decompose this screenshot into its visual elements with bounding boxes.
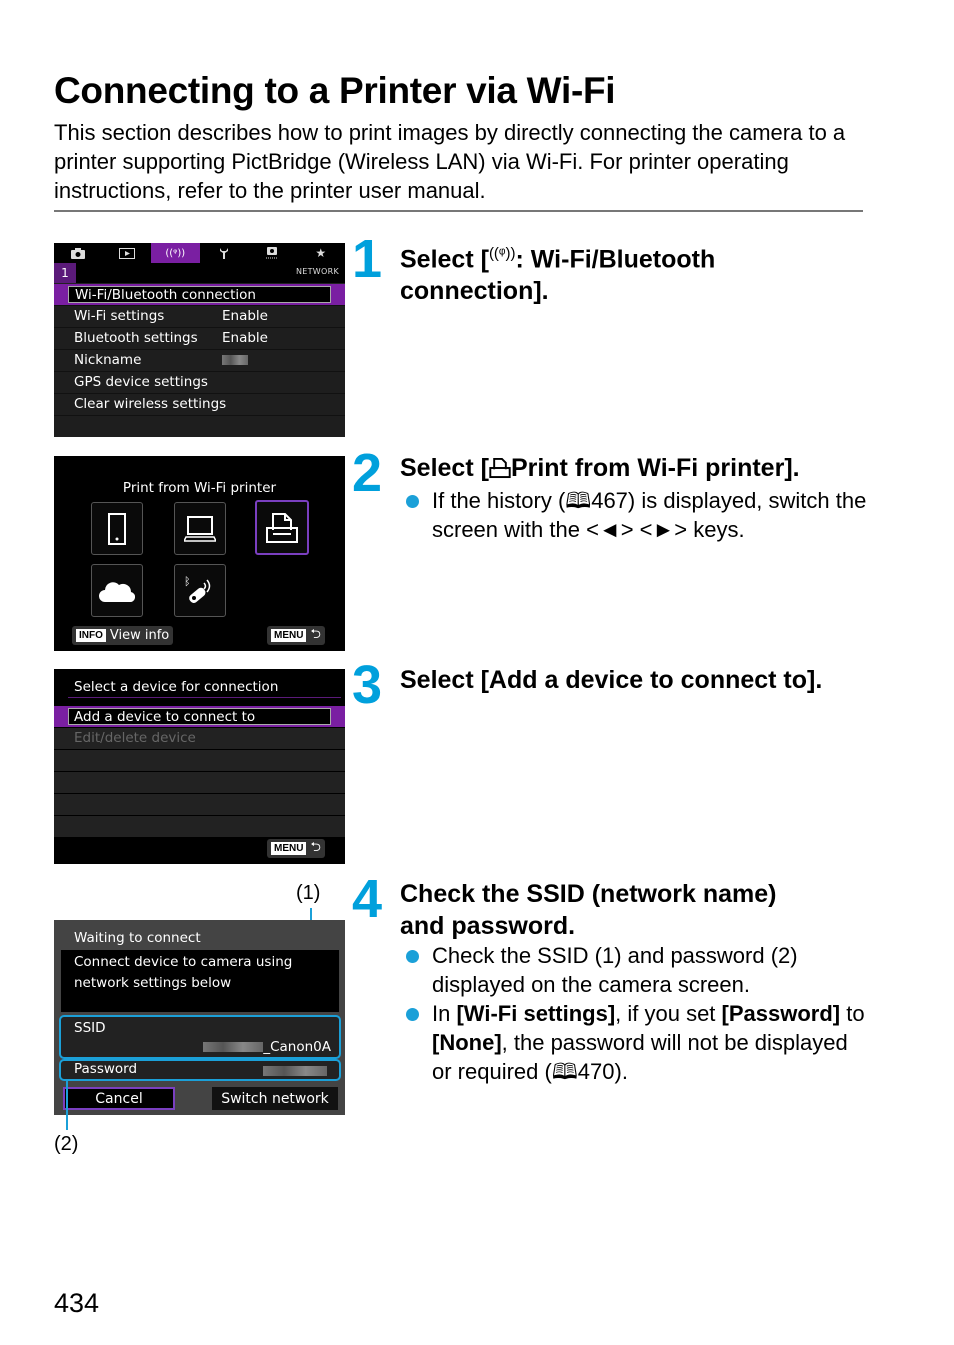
menu-item-nickname[interactable]: Nickname: [54, 350, 345, 372]
wireless-icon[interactable]: ((ᵠ)): [151, 243, 200, 263]
menu-item-clear-wireless-settings[interactable]: Clear wireless settings: [54, 394, 345, 416]
info-key: INFO: [76, 629, 106, 642]
menu-item-label: GPS device settings: [74, 374, 208, 390]
password-highlight: [59, 1059, 341, 1081]
bullet-item: In [Wi-Fi settings], if you set [Passwor…: [400, 999, 870, 1086]
add-device-label: Add a device to connect to: [68, 708, 331, 725]
message-line: network settings below: [74, 975, 232, 991]
callout-2-leader: [66, 1080, 68, 1130]
star-icon[interactable]: ★: [297, 243, 346, 263]
menu-item-label: Clear wireless settings: [74, 396, 227, 412]
page-reference-link[interactable]: 470: [578, 1059, 615, 1084]
playback-icon[interactable]: [103, 243, 152, 263]
callout-1: (1): [296, 882, 321, 904]
step-4-bullets: Check the SSID (1) and password (2) disp…: [400, 941, 870, 1086]
menu-key: MENU: [271, 629, 307, 642]
bullet-item: Check the SSID (1) and password (2) disp…: [400, 941, 870, 999]
step-heading: Select [((ᵠ)): Wi-Fi/Bluetooth connectio…: [400, 245, 716, 306]
empty-row: [54, 772, 345, 794]
menu-item-value: Enable: [222, 308, 268, 324]
camera-icon[interactable]: [54, 243, 103, 263]
camera-screen-waiting-to-connect: Waiting to connect Connect device to cam…: [54, 920, 345, 1115]
menu-subbar: 1 NETWORK: [54, 263, 345, 284]
menu-item-wifi-settings[interactable]: Wi-Fi settings Enable: [54, 306, 345, 328]
step-number: 2: [352, 443, 383, 503]
computer-tile[interactable]: [174, 502, 226, 555]
bluetooth-remote-icon: ᛒ: [184, 575, 211, 603]
step-number: 3: [352, 655, 383, 715]
smartphone-icon: [108, 512, 126, 545]
printer-tile[interactable]: [255, 500, 309, 555]
callout-2: (2): [54, 1133, 79, 1155]
menu-item-label: Wi-Fi/Bluetooth connection: [75, 287, 256, 303]
cancel-button[interactable]: Cancel: [63, 1087, 175, 1110]
connection-message: Connect device to camera using network s…: [61, 950, 339, 1012]
back-arrow-icon: ⮌: [310, 626, 321, 642]
wireless-icon: ((ᵠ)): [488, 245, 516, 262]
step-heading: Check the SSID (network name) and passwo…: [400, 880, 777, 940]
camera-screen-network-menu: ((ᵠ)) ★ 1 NETWORK Wi-Fi/Bluetooth connec…: [54, 243, 345, 437]
page-title: Connecting to a Printer via Wi-Fi: [54, 70, 616, 111]
wrench-icon[interactable]: [200, 243, 249, 263]
bluetooth-remote-tile[interactable]: ᛒ: [174, 564, 226, 617]
camera-screen-device-select: Print from Wi-Fi printer ᛒ INFO View inf…: [54, 456, 345, 651]
custom-icon[interactable]: [248, 243, 297, 263]
blurred-nickname: [222, 350, 248, 371]
bullet-item: If the history (🕮467) is displayed, swit…: [400, 486, 870, 544]
menu-item-label: Nickname: [74, 352, 142, 368]
edit-delete-device-item: Edit/delete device: [54, 728, 345, 750]
cloud-icon: [99, 581, 135, 602]
menu-page-number: 1: [54, 263, 76, 283]
menu-tabs: ((ᵠ)) ★: [54, 243, 345, 263]
menu-item-label: Bluetooth settings: [74, 330, 198, 346]
title-divider: [54, 210, 863, 212]
cloud-tile[interactable]: [91, 564, 143, 617]
switch-network-button[interactable]: Switch network: [212, 1087, 338, 1110]
menu-key: MENU: [271, 842, 307, 855]
screen-title: Print from Wi-Fi printer: [122, 480, 277, 496]
ssid-highlight: [59, 1015, 341, 1059]
menu-item-gps-device-settings[interactable]: GPS device settings: [54, 372, 345, 394]
book-reference-icon: 🕮: [551, 1059, 578, 1084]
camera-screen-select-device-for-connection: Select a device for connection Add a dev…: [54, 669, 345, 864]
menu-back-button[interactable]: MENU ⮌: [267, 626, 325, 645]
step-number: 1: [352, 229, 383, 289]
step-2-bullets: If the history (🕮467) is displayed, swit…: [400, 486, 870, 544]
svg-text:ᛒ: ᛒ: [184, 575, 191, 588]
edit-delete-device-label: Edit/delete device: [74, 730, 196, 746]
empty-row: [54, 794, 345, 816]
back-arrow-icon: ⮌: [310, 839, 321, 855]
menu-item-label: Wi-Fi settings: [74, 308, 165, 324]
step-number: 4: [352, 869, 383, 929]
step-heading: Select [Print from Wi-Fi printer].: [400, 454, 800, 482]
page-number: 434: [54, 1288, 100, 1318]
menu-page-name: NETWORK: [295, 267, 339, 276]
computer-icon: [184, 515, 216, 542]
screen-title: Waiting to connect: [74, 930, 201, 946]
empty-row: [54, 750, 345, 772]
menu-item-value: Enable: [222, 330, 268, 346]
printer-icon: [266, 512, 298, 543]
empty-row: [54, 816, 345, 838]
screen-title: Select a device for connection: [68, 677, 341, 698]
printer-icon: [489, 457, 511, 479]
view-info-button[interactable]: INFO View info: [72, 626, 174, 645]
menu-item-wifi-bluetooth-connection[interactable]: Wi-Fi/Bluetooth connection: [54, 284, 345, 306]
intro-paragraph: This section describes how to print imag…: [54, 120, 846, 203]
message-line: Connect device to camera using: [74, 954, 293, 970]
menu-back-button[interactable]: MENU ⮌: [267, 839, 325, 858]
step-heading: Select [Add a device to connect to].: [400, 666, 823, 694]
smartphone-tile[interactable]: [91, 502, 143, 555]
view-info-label: View info: [109, 628, 170, 643]
add-device-item[interactable]: Add a device to connect to: [54, 706, 345, 728]
menu-item-bluetooth-settings[interactable]: Bluetooth settings Enable: [54, 328, 345, 350]
